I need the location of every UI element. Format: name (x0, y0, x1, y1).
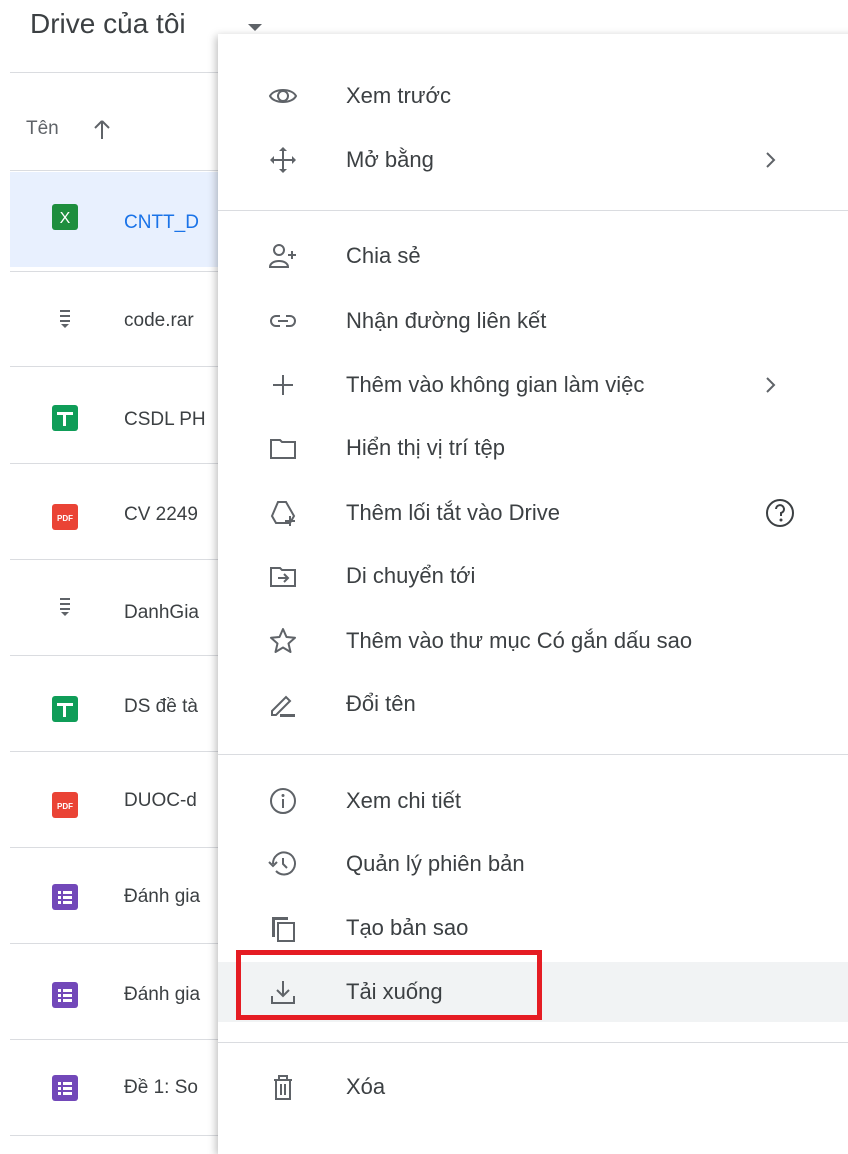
page-title[interactable]: Drive của tôi (30, 8, 186, 40)
drive-shortcut-icon (268, 498, 298, 528)
folder-icon (268, 433, 298, 463)
file-name: CV 2249 (124, 504, 198, 525)
file-name: DUOC-d (124, 790, 197, 811)
menu-item-show-location[interactable]: Hiển thị vị trí tệp (218, 418, 848, 478)
help-icon[interactable] (764, 497, 796, 529)
svg-text:PDF: PDF (57, 802, 73, 811)
star-icon (268, 626, 298, 656)
menu-item-details[interactable]: Xem chi tiết (218, 771, 848, 831)
menu-item-get-link[interactable]: Nhận đường liên kết (218, 291, 848, 351)
menu-item-label: Hiển thị vị trí tệp (346, 435, 505, 460)
eye-icon (268, 81, 298, 111)
copy-icon (268, 913, 298, 943)
svg-text:X: X (60, 210, 71, 227)
chevron-right-icon (764, 150, 778, 170)
file-name: DanhGia (124, 602, 199, 623)
column-header-name[interactable]: Tên (26, 118, 59, 140)
menu-item-label: Quản lý phiên bản (346, 851, 525, 876)
menu-separator (218, 754, 848, 755)
menu-item-add-shortcut[interactable]: Thêm lối tắt vào Drive (218, 483, 848, 543)
sheets-icon (52, 405, 78, 431)
menu-item-make-copy[interactable]: Tạo bản sao (218, 898, 848, 958)
menu-separator (218, 210, 848, 211)
menu-item-label: Xem trước (346, 83, 451, 108)
history-icon (268, 849, 298, 879)
svg-text:PDF: PDF (57, 514, 73, 523)
menu-item-delete[interactable]: Xóa (218, 1057, 848, 1117)
archive-icon (52, 306, 78, 332)
pdf-icon: PDF (52, 792, 78, 818)
sheets-icon (52, 696, 78, 722)
forms-icon (52, 982, 78, 1008)
chevron-right-icon (764, 375, 778, 395)
highlight-box (236, 950, 542, 1020)
menu-item-label: Thêm vào thư mục Có gắn dấu sao (346, 628, 693, 653)
link-icon (268, 306, 298, 336)
file-name: Đánh gia (124, 886, 201, 907)
menu-item-label: Xem chi tiết (346, 788, 461, 813)
arrow-up-icon[interactable] (90, 118, 114, 142)
plus-icon (268, 370, 298, 400)
forms-icon (52, 884, 78, 910)
menu-item-label: Nhận đường liên kết (346, 308, 547, 333)
pencil-icon (268, 689, 298, 719)
menu-item-preview[interactable]: Xem trước (218, 66, 848, 126)
excel-icon: X (52, 204, 78, 230)
menu-item-share[interactable]: Chia sẻ (218, 226, 848, 286)
dropdown-caret-icon[interactable] (248, 24, 262, 31)
file-name: CNTT_D (124, 212, 199, 233)
menu-item-label: Mở bằng (346, 147, 434, 172)
file-name: Đánh gia (124, 984, 201, 1005)
add-person-icon (268, 241, 298, 271)
menu-item-rename[interactable]: Đổi tên (218, 674, 848, 734)
menu-item-add-to-workspace[interactable]: Thêm vào không gian làm việc (218, 355, 848, 415)
menu-item-label: Đổi tên (346, 691, 416, 716)
menu-item-label: Thêm lối tắt vào Drive (346, 500, 560, 525)
forms-icon (52, 1075, 78, 1101)
menu-item-move-to[interactable]: Di chuyển tới (218, 546, 848, 606)
menu-item-label: Di chuyển tới (346, 563, 476, 588)
menu-item-label: Xóa (346, 1074, 386, 1099)
menu-item-open-with[interactable]: Mở bằng (218, 130, 848, 190)
menu-item-label: Tạo bản sao (346, 915, 469, 940)
menu-separator (218, 1042, 848, 1043)
menu-item-add-starred[interactable]: Thêm vào thư mục Có gắn dấu sao (218, 611, 848, 671)
menu-item-manage-versions[interactable]: Quản lý phiên bản (218, 834, 848, 894)
move-arrows-icon (268, 145, 298, 175)
menu-item-label: Thêm vào không gian làm việc (346, 372, 645, 397)
archive-icon (52, 594, 78, 620)
trash-icon (268, 1072, 298, 1102)
file-name: Đề 1: So (124, 1077, 198, 1098)
pdf-icon: PDF (52, 504, 78, 530)
file-name: DS đề tà (124, 696, 198, 717)
info-icon (268, 786, 298, 816)
menu-item-label: Chia sẻ (346, 243, 421, 268)
move-to-folder-icon (268, 561, 298, 591)
file-name: CSDL PH (124, 409, 206, 430)
file-name: code.rar (124, 310, 194, 331)
